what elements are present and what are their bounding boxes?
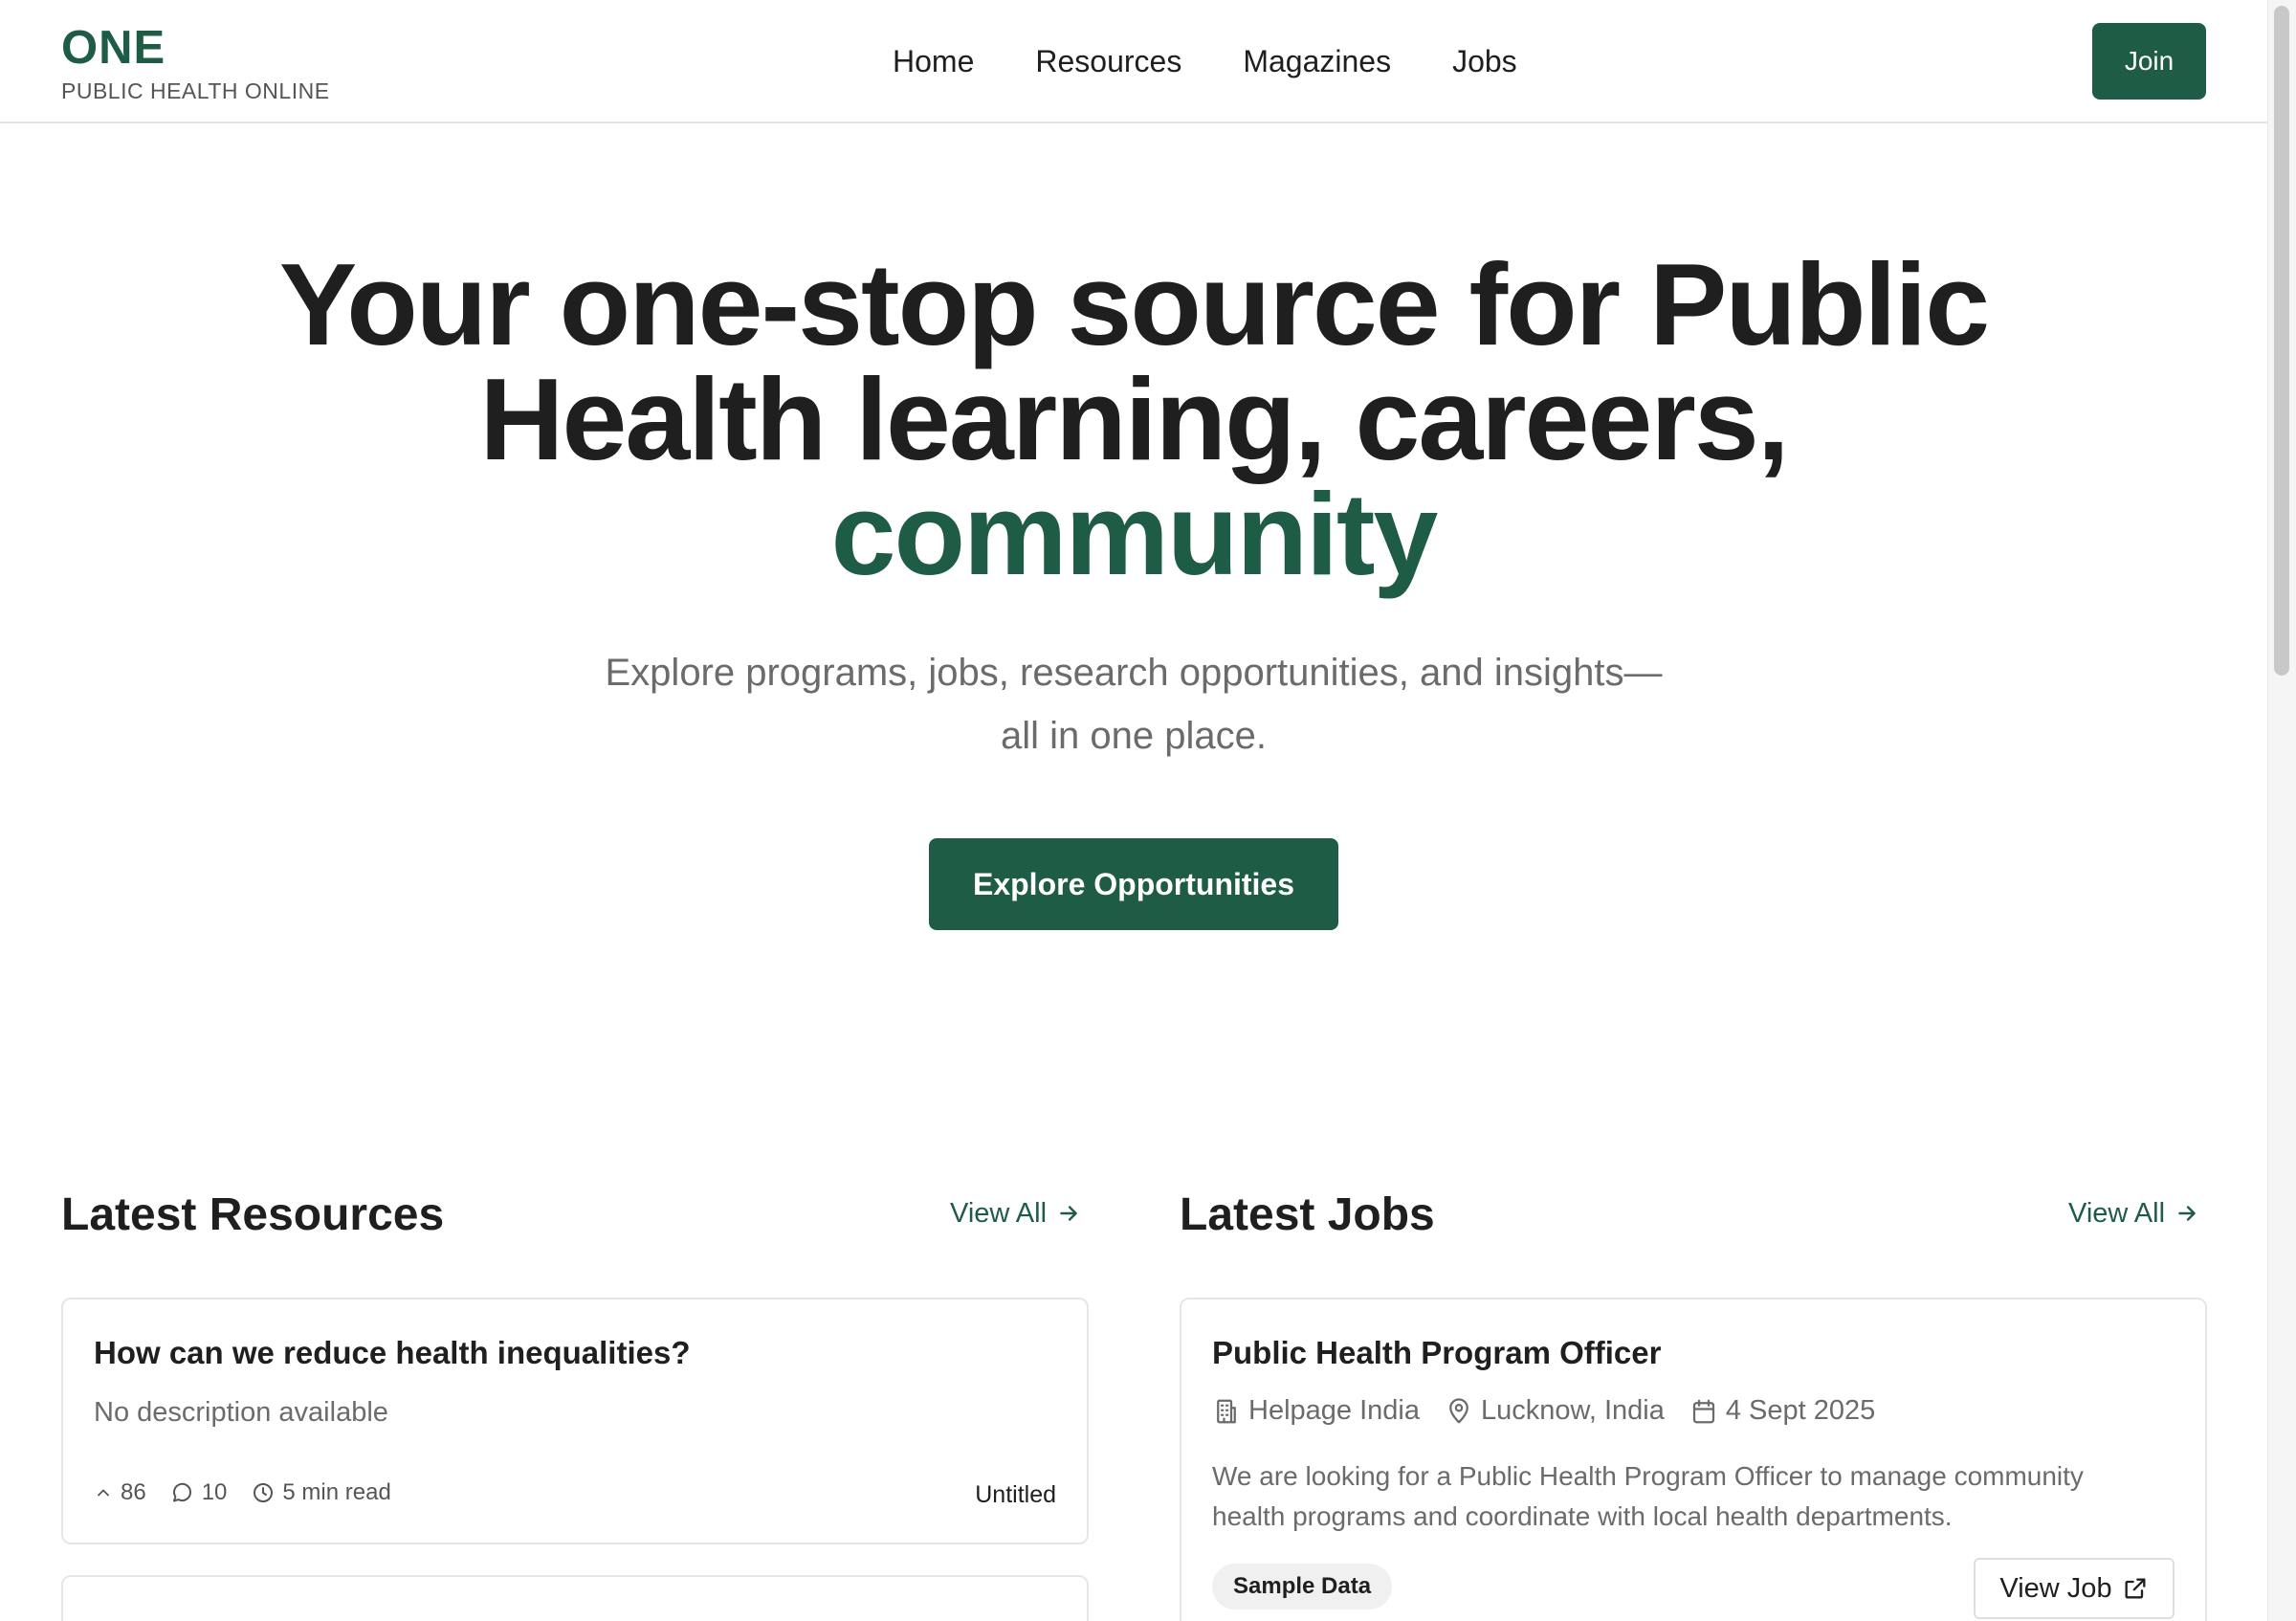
job-description: We are looking for a Public Health Progr… <box>1212 1461 2084 1531</box>
jobs-section-title: Latest Jobs <box>1180 1189 1435 1240</box>
job-card[interactable]: Public Health Program Officer Helpage In… <box>1180 1298 2207 1621</box>
nav-item-resources[interactable]: Resources <box>1035 42 1181 80</box>
job-title[interactable]: Public Health Program Officer <box>1212 1334 1661 1372</box>
view-all-label: View All <box>2068 1198 2166 1229</box>
location-name: Lucknow, India <box>1480 1395 1665 1426</box>
site-header: ONE PUBLIC HEALTH ONLINE Home Resources … <box>0 0 2267 123</box>
resource-title[interactable]: How can we reduce health inequalities? <box>94 1334 691 1372</box>
building-icon <box>1212 1397 1241 1426</box>
read-time-label: 5 min read <box>282 1479 391 1505</box>
scrollbar[interactable] <box>2267 0 2296 1621</box>
organization-name: Helpage India <box>1248 1395 1420 1426</box>
upvotes[interactable]: 86 <box>94 1479 146 1506</box>
logo-tagline: PUBLIC HEALTH ONLINE <box>61 78 330 103</box>
resource-card[interactable]: How can we reduce health inequalities? N… <box>61 1298 1089 1544</box>
chevron-up-icon <box>94 1483 113 1502</box>
hero-title-line1: Your one-stop source for Public <box>278 239 1990 369</box>
nav-item-home[interactable]: Home <box>893 42 974 80</box>
hero-subtitle-line1: Explore programs, jobs, research opportu… <box>605 652 1663 694</box>
job-meta: Helpage India Lucknow, India 4 Sept 2025 <box>1212 1395 1875 1427</box>
resource-tag: Untitled <box>975 1481 1056 1508</box>
read-time: 5 min read <box>252 1479 391 1506</box>
nav-item-magazines[interactable]: Magazines <box>1243 42 1391 80</box>
job-location: Lucknow, India <box>1445 1395 1665 1427</box>
map-pin-icon <box>1445 1397 1473 1426</box>
external-link-icon <box>2122 1575 2149 1602</box>
resource-description: No description available <box>94 1397 388 1428</box>
view-job-label: View Job <box>1999 1572 2112 1604</box>
scrollbar-thumb[interactable] <box>2274 6 2289 676</box>
comments[interactable]: 10 <box>171 1479 228 1506</box>
explore-opportunities-button[interactable]: Explore Opportunities <box>929 838 1338 930</box>
hero-title: Your one-stop source for Public Health l… <box>191 246 2076 592</box>
clock-icon <box>252 1481 275 1504</box>
resources-view-all-link[interactable]: View All <box>950 1196 1081 1231</box>
job-date: 4 Sept 2025 <box>1689 1395 1875 1427</box>
hero-title-line2: Health learning, careers, <box>479 354 1789 484</box>
resource-meta: 86 10 5 min read <box>94 1479 391 1506</box>
resource-card-next[interactable] <box>61 1575 1089 1621</box>
sample-data-badge: Sample Data <box>1212 1564 1393 1610</box>
arrow-right-icon <box>2175 1201 2199 1226</box>
hero-title-accent: community <box>830 469 1439 599</box>
main-nav: Home Resources Magazines Jobs <box>893 42 1578 80</box>
arrow-right-icon <box>1056 1201 1081 1226</box>
page: ONE PUBLIC HEALTH ONLINE Home Resources … <box>0 0 2296 1621</box>
logo-name: ONE <box>61 22 166 74</box>
comment-icon <box>171 1481 194 1504</box>
view-all-label: View All <box>950 1198 1048 1229</box>
logo[interactable]: ONE PUBLIC HEALTH ONLINE <box>61 23 330 104</box>
view-job-button[interactable]: View Job <box>1974 1558 2175 1619</box>
posted-date: 4 Sept 2025 <box>1725 1395 1876 1426</box>
jobs-view-all-link[interactable]: View All <box>2068 1196 2199 1231</box>
resources-section-title: Latest Resources <box>61 1189 445 1240</box>
hero-subtitle-line2: all in one place. <box>1001 715 1267 757</box>
upvote-count: 86 <box>121 1479 146 1505</box>
job-organization: Helpage India <box>1212 1395 1420 1427</box>
join-button[interactable]: Join <box>2092 23 2206 100</box>
calendar-icon <box>1689 1397 1718 1426</box>
nav-item-jobs[interactable]: Jobs <box>1452 42 1517 80</box>
hero-subtitle: Explore programs, jobs, research opportu… <box>560 641 1708 767</box>
comment-count: 10 <box>201 1479 228 1505</box>
